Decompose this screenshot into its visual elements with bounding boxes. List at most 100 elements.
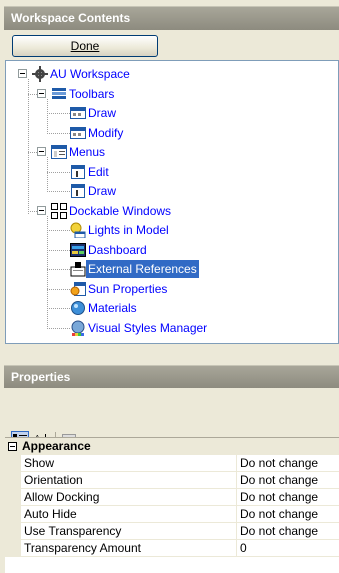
workspace-contents-title: Workspace Contents	[11, 11, 131, 25]
collapse-toggle-icon[interactable]	[37, 88, 46, 98]
toolbar-icon	[51, 86, 67, 102]
tree-node[interactable]: Menus	[37, 143, 107, 161]
row-gutter	[5, 523, 21, 540]
tree-node-label: Dockable Windows	[69, 203, 172, 218]
tree-connector	[47, 157, 48, 192]
tree-connector	[47, 308, 70, 309]
tree-node-label: Visual Styles Manager	[88, 320, 208, 335]
collapse-icon[interactable]	[8, 442, 17, 451]
tree-node-label: Toolbars	[69, 86, 115, 101]
property-value[interactable]: Do not change	[240, 506, 318, 523]
toolbar-item-icon	[70, 105, 86, 121]
tree-node-label: Menus	[69, 145, 106, 159]
property-value[interactable]: Do not change	[240, 455, 318, 472]
property-name: Transparency Amount	[24, 541, 141, 555]
materials-icon	[70, 300, 86, 316]
collapse-toggle-icon[interactable]	[18, 69, 27, 78]
done-button[interactable]: Done	[12, 35, 158, 57]
gear-icon	[32, 66, 48, 82]
tree-node-label: Modify	[88, 125, 124, 140]
tree-connector	[47, 171, 70, 173]
tree-node[interactable]: Dashboard	[70, 241, 149, 259]
property-row[interactable]: Auto Hide Do not change	[5, 506, 339, 523]
tree-node[interactable]: Lights in Model	[70, 221, 171, 239]
property-value[interactable]: Do not change	[240, 523, 318, 540]
tree-connector	[47, 269, 70, 270]
tree-node-label: Lights in Model	[88, 223, 169, 237]
workspace-contents-header: Workspace Contents	[4, 6, 339, 30]
tree-node[interactable]: Sun Properties	[70, 280, 169, 298]
row-gutter	[5, 489, 21, 506]
workspace-tree[interactable]: AU Workspace Toolbars Draw Modify Menus Edit D…	[5, 60, 339, 344]
tree-connector	[47, 288, 70, 290]
property-name: Show	[24, 456, 55, 470]
tree-connector	[47, 113, 70, 114]
tree-connector	[28, 210, 37, 212]
property-row[interactable]: Allow Docking Do not change	[5, 489, 339, 506]
column-divider	[236, 506, 237, 522]
tree-node[interactable]: AU Workspace	[18, 65, 132, 83]
menus-icon	[51, 144, 67, 160]
property-row[interactable]: Use Transparency Do not change	[5, 523, 339, 540]
property-name: Auto Hide	[24, 507, 77, 521]
tree-node[interactable]: Dockable Windows	[37, 202, 173, 220]
property-value[interactable]: Do not change	[240, 489, 318, 506]
category-row-appearance[interactable]: Appearance	[5, 438, 339, 455]
property-grid: Appearance Show Do not change Orientation D…	[5, 437, 339, 573]
tree-node-label: Draw	[88, 106, 117, 120]
menu-item-icon	[70, 164, 86, 180]
tree-node-label: External References	[86, 260, 199, 278]
tree-node[interactable]: Visual Styles Manager	[70, 319, 209, 337]
tree-node-label: Edit	[88, 164, 109, 179]
tree-node-label: AU Workspace	[50, 67, 130, 81]
properties-title: Properties	[11, 370, 71, 384]
property-value[interactable]: Do not change	[240, 472, 318, 489]
column-divider	[236, 455, 237, 471]
row-gutter	[5, 506, 21, 523]
tree-node[interactable]: Toolbars	[37, 85, 116, 103]
tree-connector	[47, 215, 48, 329]
tree-node[interactable]: Materials	[70, 299, 139, 317]
column-divider	[236, 523, 237, 539]
tree-connector	[28, 79, 29, 214]
tree-connector	[47, 132, 70, 134]
property-row[interactable]: Orientation Do not change	[5, 472, 339, 489]
sun-icon	[70, 281, 86, 297]
tree-node[interactable]: External References	[70, 260, 199, 278]
column-divider	[236, 540, 237, 556]
tree-node[interactable]: Modify	[70, 124, 125, 142]
column-divider	[236, 489, 237, 505]
tree-node[interactable]: Draw	[70, 182, 118, 200]
property-row[interactable]: Show Do not change	[5, 455, 339, 472]
tree-connector	[47, 327, 70, 329]
row-gutter	[5, 455, 21, 472]
dashboard-icon	[70, 242, 86, 258]
tree-connector	[28, 152, 37, 153]
tree-node-label: Sun Properties	[88, 281, 168, 296]
row-gutter	[5, 540, 21, 557]
tree-node[interactable]: Draw	[70, 104, 118, 122]
collapse-toggle-icon[interactable]	[37, 147, 46, 156]
tree-connector	[47, 98, 48, 134]
column-divider	[236, 472, 237, 488]
tree-node-label: Draw	[88, 184, 117, 198]
property-row[interactable]: Transparency Amount 0	[5, 540, 339, 557]
done-label: Done	[70, 39, 100, 53]
property-name: Allow Docking	[24, 490, 100, 504]
toolbar-item-icon	[70, 125, 86, 141]
row-gutter	[5, 472, 21, 489]
tree-connector	[47, 230, 70, 231]
tree-connector	[28, 93, 37, 95]
properties-header: Properties	[4, 365, 339, 388]
category-label: Appearance	[22, 439, 91, 453]
tree-node[interactable]: Edit	[70, 163, 111, 181]
property-name: Use Transparency	[24, 524, 122, 538]
collapse-toggle-icon[interactable]	[37, 205, 46, 215]
dockable-windows-icon	[51, 202, 67, 219]
property-value[interactable]: 0	[240, 540, 247, 557]
tree-connector	[47, 249, 70, 251]
property-name: Orientation	[24, 473, 83, 487]
menu-item-icon	[70, 183, 86, 199]
lights-icon	[70, 222, 86, 239]
tree-connector	[47, 191, 70, 192]
